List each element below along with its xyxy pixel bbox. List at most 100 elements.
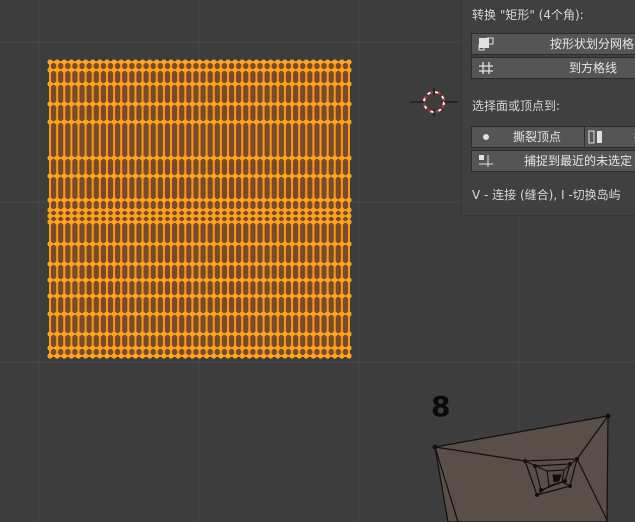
mesh-vertex [310,67,317,73]
mesh-vertex [82,101,89,107]
mesh-vertex [346,213,352,219]
mesh-vertex [303,241,309,247]
uv-tools-panel: 转换 "矩形" (4个角): 按形状划分网格 到方格线 选择面或顶点到: 撕裂顶… [461,0,635,216]
mesh-vertex [218,311,224,317]
mesh-vertex [275,353,281,359]
mesh-vertex [90,261,96,267]
split-by-shape-grid-button[interactable]: 按形状划分网格 [471,33,635,55]
mesh-vertex [325,155,331,161]
mesh-vertex [260,219,267,225]
mesh-vertex [61,81,67,87]
mesh-vertex [246,207,252,213]
mesh-vertex [182,101,188,107]
mesh-vertex [118,155,124,161]
mesh-vertex [211,59,217,65]
uv-grid-mesh[interactable] [47,59,352,359]
mesh-vertex [310,277,317,283]
mesh-vertex [275,345,281,351]
mesh-vertex [139,261,146,267]
mesh-vertex [147,81,153,87]
rip-vertex-label: 撕裂顶点 [513,130,562,144]
mesh-vertex [154,353,160,359]
mesh-vertex [97,213,103,219]
mesh-vertex [303,67,309,73]
mesh-vertex [47,261,53,267]
mesh-vertex [332,345,338,351]
mesh-vertex [282,155,288,161]
mesh-vertex [139,173,146,179]
mesh-vertex [239,119,245,125]
mesh-vertex [47,331,53,337]
mesh-vertex [111,311,117,317]
mesh-vertex [246,197,252,203]
mesh-vertex [139,155,146,161]
mesh-vertex [239,101,245,107]
mesh-vertex [204,311,210,317]
mesh-vertex [246,67,252,73]
mesh-vertex [218,197,224,203]
mesh-vertex [310,241,317,247]
mesh-vertex [196,173,203,179]
mesh-vertex [346,219,352,225]
mesh-vertex [47,241,53,247]
mesh-vertex [68,81,74,87]
mesh-vertex [97,261,103,267]
mesh-vertex [139,277,146,283]
rip-faces-button[interactable]: 捕 [584,126,635,148]
mesh-vertex [75,155,82,161]
mesh-vertex [196,353,203,359]
mesh-vertex [282,67,288,73]
to-square-grid-button[interactable]: 到方格线 [471,57,635,79]
mesh-vertex [154,207,160,213]
mesh-vertex [211,277,217,283]
mesh-vertex [225,241,231,247]
mesh-vertex [225,197,231,203]
mesh-vertex [225,119,231,125]
mesh-vertex [189,67,195,73]
mesh-vertex [303,101,309,107]
mesh-vertex [104,67,110,73]
mesh-vertex [161,67,167,73]
mesh-vertex [317,101,324,107]
mesh-vertex [296,353,302,359]
mesh-vertex [260,81,267,87]
mesh-vertex [75,277,82,283]
mesh-vertex [161,155,167,161]
mesh-vertex [75,353,82,359]
mesh-vertex [282,277,288,283]
2d-cursor-icon[interactable] [410,88,458,116]
mesh-vertex [75,197,82,203]
snap-to-nearest-label: 捕捉到最近的未选定 [524,154,633,168]
mesh-vertex [296,331,302,337]
mesh-vertex [75,261,82,267]
mesh-vertex [275,197,281,203]
split-by-shape-grid-label: 按形状划分网格 [550,37,635,51]
mesh-vertex [125,67,131,73]
mesh-vertex [232,277,238,283]
mesh-vertex [90,213,96,219]
mesh-vertex [218,277,224,283]
mesh-vertex [147,67,153,73]
mesh-vertex [268,311,274,317]
mesh-vertex [232,293,238,299]
mesh-vertex [97,197,103,203]
mesh-vertex [296,67,302,73]
mesh-vertex [232,81,238,87]
mesh-vertex [82,331,89,337]
mesh-vertex [175,155,181,161]
mesh-vertex [111,197,117,203]
mesh-vertex [211,207,217,213]
mesh-vertex [47,197,53,203]
mesh-vertex [139,81,146,87]
mesh-vertex [90,119,96,125]
mesh-vertex [139,59,146,65]
mesh-vertex [182,219,188,225]
mesh-vertex [175,81,181,87]
mesh-vertex [168,277,174,283]
mesh-vertex [239,353,245,359]
mesh-vertex [161,345,167,351]
mesh-vertex [332,119,338,125]
snap-to-nearest-button[interactable]: 捕捉到最近的未选定 [471,150,635,172]
rip-vertex-button[interactable]: 撕裂顶点 [471,126,585,148]
uv-island-polygon[interactable] [432,413,611,522]
